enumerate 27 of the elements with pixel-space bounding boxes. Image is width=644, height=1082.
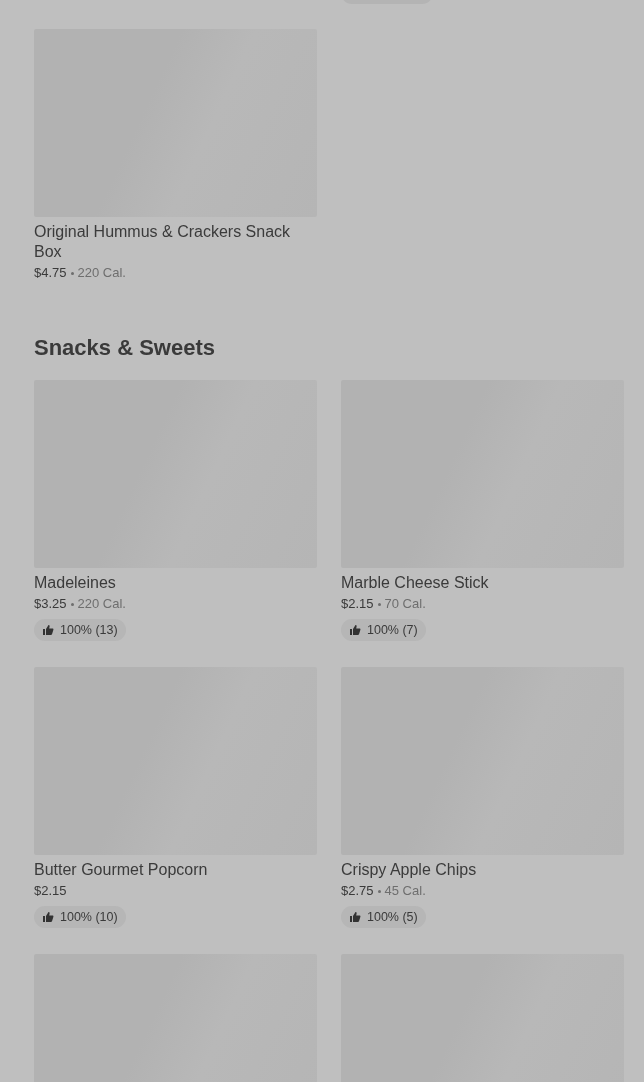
separator-dot bbox=[70, 603, 74, 607]
item-price: $3.25 bbox=[34, 596, 67, 611]
thumbs-up-icon bbox=[42, 911, 54, 923]
item-name[interactable]: Madeleines bbox=[34, 573, 317, 593]
section-heading: Snacks & Sweets bbox=[34, 334, 216, 362]
rating-badge: 100% (10) bbox=[34, 906, 126, 928]
item-price: $2.75 bbox=[341, 883, 374, 898]
item-calories: 45 Cal. bbox=[384, 883, 426, 898]
item-calories: 220 Cal. bbox=[77, 596, 126, 611]
separator-dot bbox=[377, 890, 381, 894]
item-name[interactable]: Marble Cheese Stick bbox=[341, 573, 624, 593]
rating-badge: 100% (7) bbox=[341, 619, 426, 641]
item-calories: 220 Cal. bbox=[77, 265, 126, 280]
item-price: $4.75 bbox=[34, 265, 67, 280]
item-price: $2.15 bbox=[341, 596, 374, 611]
thumbs-up-icon bbox=[349, 911, 361, 923]
item-price: $2.15 bbox=[34, 883, 67, 898]
thumbs-up-icon bbox=[349, 624, 361, 636]
item-name[interactable]: Original Hummus & Crackers Snack Box bbox=[34, 222, 317, 262]
separator-dot bbox=[70, 272, 74, 276]
separator-dot bbox=[377, 603, 381, 607]
item-name[interactable]: Crispy Apple Chips bbox=[341, 860, 624, 880]
item-name[interactable]: Butter Gourmet Popcorn bbox=[34, 860, 317, 880]
item-calories: 70 Cal. bbox=[384, 596, 426, 611]
rating-badge: 100% (5) bbox=[341, 906, 426, 928]
thumbs-up-icon bbox=[42, 624, 54, 636]
rating-badge: 100% (13) bbox=[34, 619, 126, 641]
